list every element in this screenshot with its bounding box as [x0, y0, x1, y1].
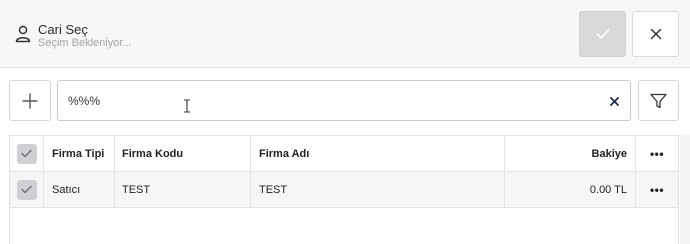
column-header-firma-adi[interactable]: Firma Adı	[251, 136, 505, 171]
selector-title: Cari Seç	[38, 22, 88, 37]
add-button[interactable]	[9, 80, 51, 121]
search-field[interactable]	[57, 80, 631, 121]
plus-icon	[22, 92, 38, 109]
cell-bakiye: 0.00 TL	[505, 172, 636, 207]
confirm-button[interactable]	[579, 11, 626, 57]
scrollbar-track[interactable]	[680, 135, 690, 244]
clear-search-button[interactable]	[607, 94, 621, 108]
search-input[interactable]	[68, 81, 588, 120]
cell-firma-tipi: Satıcı	[44, 172, 115, 207]
clear-x-icon	[609, 96, 619, 106]
column-options-button[interactable]: •••	[636, 136, 678, 171]
table-row[interactable]: Satıcı TEST TEST 0.00 TL •••	[10, 172, 678, 208]
check-icon	[596, 29, 609, 39]
table-header-row: Firma Tipi Firma Kodu Firma Adı Bakiye •…	[10, 136, 678, 172]
column-header-bakiye[interactable]: Bakiye	[505, 136, 636, 171]
check-icon	[21, 149, 32, 158]
filter-icon	[650, 93, 667, 108]
check-icon	[21, 185, 32, 194]
cell-firma-adi: TEST	[251, 172, 505, 207]
firm-table: Firma Tipi Firma Kodu Firma Adı Bakiye •…	[9, 135, 679, 244]
user-icon	[15, 25, 31, 43]
selection-status: Seçim Bekleniyor...	[38, 37, 132, 49]
row-options-button[interactable]: •••	[636, 172, 678, 207]
row-select-cell[interactable]	[10, 172, 44, 207]
more-icon: •••	[649, 182, 665, 197]
close-icon	[650, 28, 661, 40]
row-checkbox[interactable]	[16, 179, 37, 200]
text-cursor-icon	[184, 99, 190, 113]
column-header-firma-kodu[interactable]: Firma Kodu	[115, 136, 251, 171]
filter-button[interactable]	[638, 80, 679, 121]
cell-firma-kodu: TEST	[115, 172, 251, 207]
selector-header: Cari Seç Seçim Bekleniyor...	[0, 0, 690, 68]
select-all-cell[interactable]	[10, 136, 44, 171]
column-header-firma-tipi[interactable]: Firma Tipi	[44, 136, 115, 171]
select-all-checkbox[interactable]	[16, 143, 37, 164]
more-icon: •••	[649, 146, 665, 161]
close-button[interactable]	[632, 11, 679, 57]
